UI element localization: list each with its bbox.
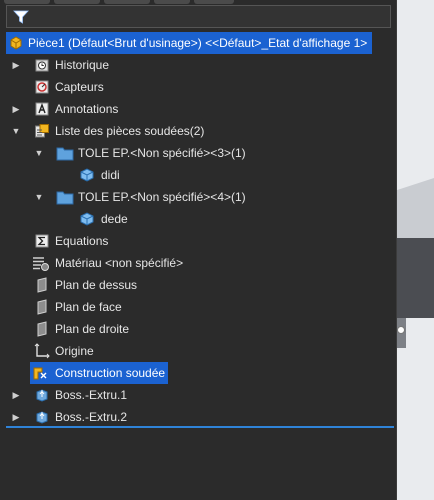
tree-item-label: Annotations	[55, 102, 119, 116]
equations-icon	[35, 234, 49, 248]
tab-propertymanager[interactable]	[54, 0, 100, 4]
extrude-icon	[36, 411, 48, 424]
tree-item-label: TOLE EP.<Non spécifié><3>(1)	[78, 146, 246, 160]
tree-item-body-didi[interactable]: didi	[0, 164, 390, 186]
tab-configurationmanager[interactable]	[104, 0, 150, 4]
tree-item-label: Liste des pièces soudées(2)	[55, 124, 205, 138]
tree-item-label: Boss.-Extru.2	[55, 410, 128, 424]
tree-item-cut-list-folder-4[interactable]: ▼ TOLE EP.<Non spécifié><4>(1)	[0, 186, 390, 208]
filter-icon[interactable]	[13, 9, 29, 25]
expand-arrow-icon[interactable]: ▶	[10, 406, 22, 428]
folder-icon	[56, 147, 74, 161]
plane-icon	[37, 277, 47, 293]
panel-tabs	[4, 0, 244, 4]
tree-item-boss-extrude-1[interactable]: ▶ Boss.-Extru.1	[0, 384, 390, 406]
solid-body-icon	[80, 168, 94, 182]
expand-arrow-icon[interactable]: ▶	[10, 54, 22, 76]
tree-item-weldment[interactable]: Construction soudée	[30, 362, 168, 384]
tab-display[interactable]	[194, 0, 234, 4]
tree-item-label: Construction soudée	[55, 366, 166, 380]
tree-item-capteurs[interactable]: Capteurs	[0, 76, 390, 98]
tree-root-part[interactable]: Pièce1 (Défaut<Brut d'usinage>) <<Défaut…	[6, 32, 372, 54]
plane-icon	[37, 321, 47, 337]
material-icon	[33, 257, 49, 271]
tree-item-label: Plan de droite	[55, 322, 130, 336]
plane-icon	[37, 299, 47, 315]
feature-manager-panel: Pièce1 (Défaut<Brut d'usinage>) <<Défaut…	[0, 0, 397, 500]
origin-point	[397, 326, 405, 334]
folder-icon	[56, 191, 74, 205]
tree-root-label: Pièce1 (Défaut<Brut d'usinage>) <<Défaut…	[28, 36, 368, 50]
rollback-bar[interactable]	[6, 426, 394, 428]
tree-item-cut-list[interactable]: ▼ Liste des pièces soudées(2)	[0, 120, 390, 142]
tab-dimxpert[interactable]	[154, 0, 190, 4]
tree-item-label: Historique	[55, 58, 110, 72]
tree-item-label: dede	[101, 212, 128, 226]
collapse-arrow-icon[interactable]: ▼	[10, 120, 22, 142]
tree-item-origin[interactable]: Origine	[0, 340, 390, 362]
annotation-icon	[35, 102, 49, 116]
collapse-arrow-icon[interactable]: ▼	[33, 142, 45, 164]
solid-body-icon	[80, 212, 94, 226]
tree-item-cut-list-folder-3[interactable]: ▼ TOLE EP.<Non spécifié><3>(1)	[0, 142, 390, 164]
cut-list-icon	[35, 124, 49, 138]
expand-arrow-icon[interactable]: ▶	[10, 384, 22, 406]
tree-item-label: didi	[101, 168, 120, 182]
tree-item-label: Plan de face	[55, 300, 122, 314]
tree-item-plane-front[interactable]: Plan de face	[0, 296, 390, 318]
tree-item-body-dede[interactable]: dede	[0, 208, 390, 230]
tree-item-historique[interactable]: ▶ Historique	[0, 54, 390, 76]
collapse-arrow-icon[interactable]: ▼	[33, 186, 45, 208]
tree-item-label: TOLE EP.<Non spécifié><4>(1)	[78, 190, 246, 204]
sensor-icon	[35, 80, 49, 94]
tree-item-material[interactable]: Matériau <non spécifié>	[0, 252, 390, 274]
tab-featuremanager[interactable]	[4, 0, 50, 4]
weldment-icon	[33, 367, 47, 380]
tree-item-label: Equations	[55, 234, 109, 248]
tree-item-equations[interactable]: Equations	[0, 230, 390, 252]
part-icon	[10, 36, 22, 50]
tree-item-plane-top[interactable]: Plan de dessus	[0, 274, 390, 296]
tree-item-label: Boss.-Extru.1	[55, 388, 128, 402]
expand-arrow-icon[interactable]: ▶	[10, 98, 22, 120]
part-side-face	[396, 238, 434, 318]
part-top-face	[396, 178, 434, 240]
extrude-icon	[36, 389, 48, 402]
origin-icon	[34, 343, 50, 359]
tree-item-label: Plan de dessus	[55, 278, 138, 292]
tree-item-annotations[interactable]: ▶ Annotations	[0, 98, 390, 120]
tree-item-label: Matériau <non spécifié>	[55, 256, 184, 270]
tree-item-plane-right[interactable]: Plan de droite	[0, 318, 390, 340]
tree-item-label: Origine	[55, 344, 94, 358]
history-icon	[35, 59, 49, 72]
tree-item-label: Capteurs	[55, 80, 104, 94]
graphics-viewport[interactable]	[396, 0, 434, 500]
tree-filter-bar[interactable]	[6, 5, 391, 28]
tree-item-boss-extrude-2[interactable]: ▶ Boss.-Extru.2	[0, 406, 390, 428]
